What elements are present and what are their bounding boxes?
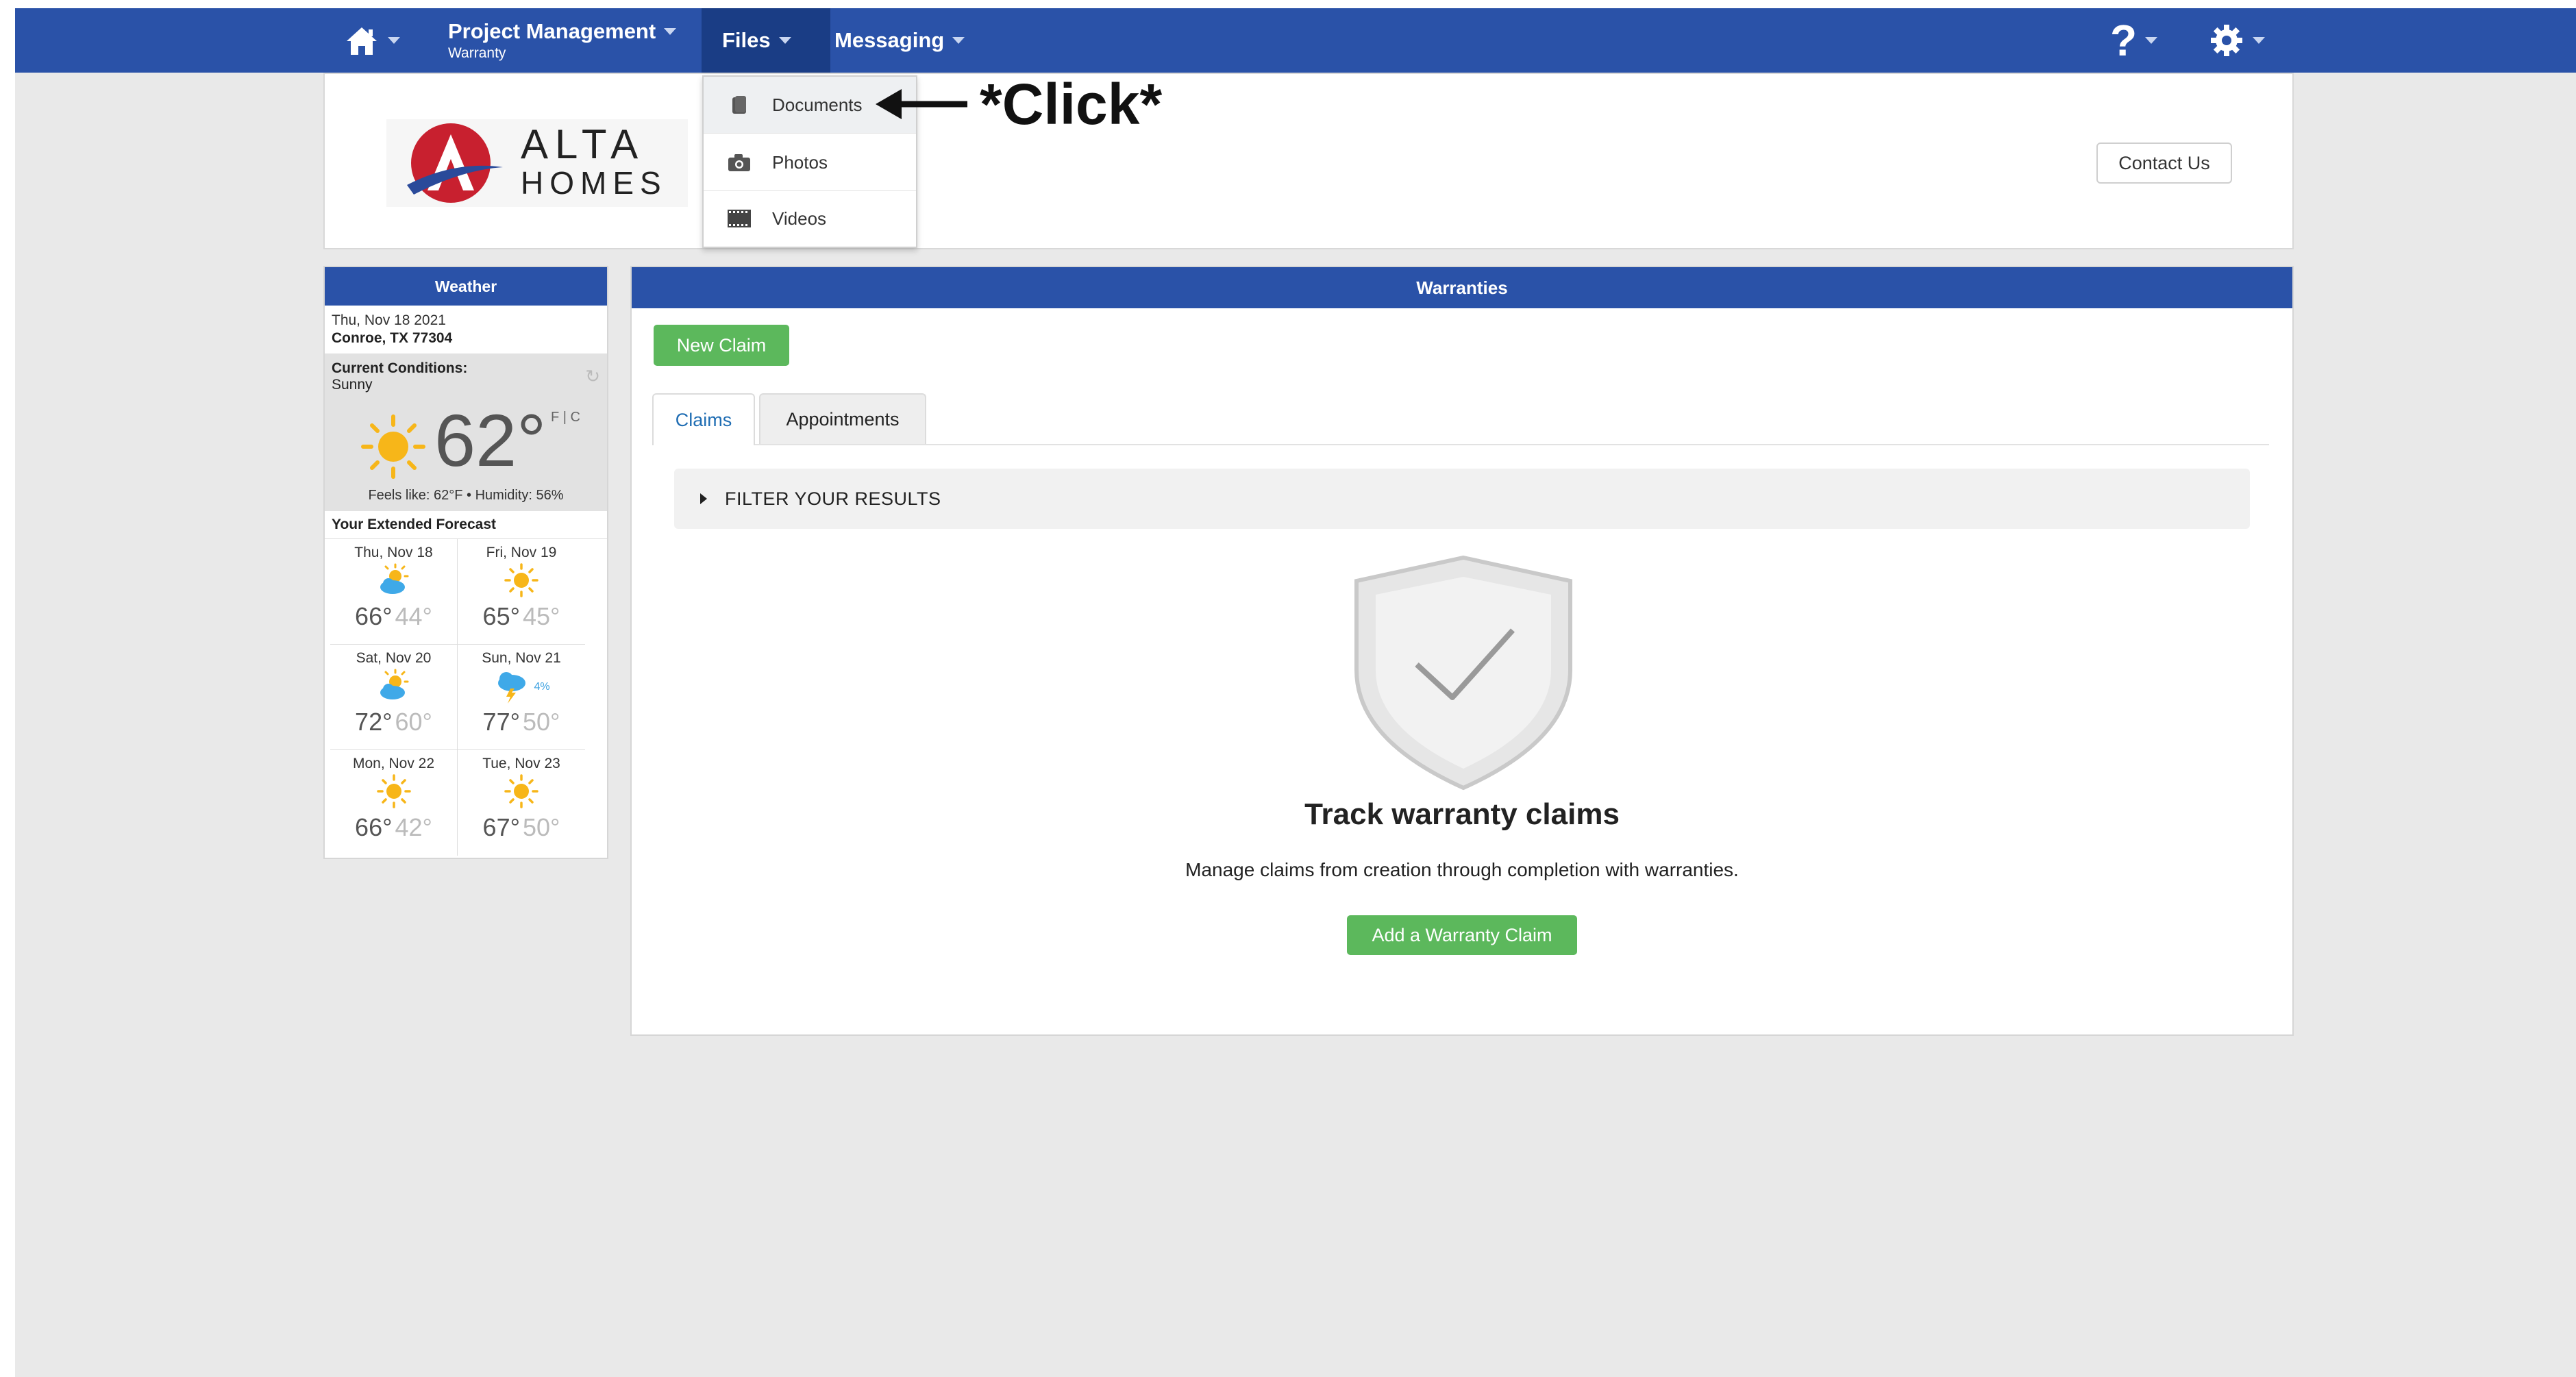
camera-icon (727, 152, 752, 173)
warranties-title: Warranties (632, 267, 2292, 308)
partly-cloudy-icon (375, 562, 413, 601)
feels-like-humidity: Feels like: 62°F • Humidity: 56% (368, 488, 564, 503)
weather-date: Thu, Nov 18 2021 (332, 312, 446, 328)
forecast-high-temp: 67° (482, 813, 520, 841)
company-header: ALTA HOMES Contact Us (323, 73, 2294, 249)
forecast-day: Tue, Nov 23 67° 50° (458, 750, 585, 856)
new-claim-button[interactable]: New Claim (654, 325, 789, 366)
temperature-unit-toggle[interactable]: F | C (551, 410, 580, 425)
sun-icon (504, 562, 539, 601)
nav-messaging[interactable]: Messaging (834, 8, 965, 73)
forecast-day: Thu, Nov 18 66° 44° (330, 539, 458, 645)
forecast-high-temp: 66° (355, 602, 393, 630)
help-icon: ? (2110, 16, 2138, 65)
shield-check-icon (1354, 555, 1572, 791)
forecast-high-temp: 66° (355, 813, 393, 841)
forecast-day: Mon, Nov 22 66° 42° (330, 750, 458, 856)
extended-forecast-label: Your Extended Forecast (325, 511, 607, 539)
forecast-day-label: Thu, Nov 18 (354, 545, 433, 560)
caret-right-icon (700, 493, 707, 504)
menu-item-videos[interactable]: Videos (704, 190, 916, 247)
current-conditions-value: Sunny (332, 377, 373, 393)
forecast-high-temp: 77° (482, 708, 520, 736)
forecast-day: Sun, Nov 21 4% 77° 50° (458, 645, 585, 750)
forecast-day: Fri, Nov 19 65° 45° (458, 539, 585, 645)
tab-claims[interactable]: Claims (652, 393, 755, 445)
filter-results-label: FILTER YOUR RESULTS (725, 488, 941, 509)
forecast-low-temp: 50° (523, 708, 560, 736)
chevron-down-icon (388, 37, 400, 44)
film-icon (727, 208, 752, 229)
nav-project-management[interactable]: Project Management Warranty (448, 8, 677, 73)
nav-messaging-label: Messaging (834, 28, 945, 52)
window-left-edge (0, 0, 15, 1377)
menu-item-photos-label: Photos (772, 151, 828, 173)
forecast-low-temp: 44° (395, 602, 432, 630)
forecast-day-label: Fri, Nov 19 (486, 545, 557, 560)
menu-item-documents-label: Documents (772, 94, 863, 115)
forecast-day-label: Mon, Nov 22 (352, 756, 435, 771)
forecast-high-temp: 72° (355, 708, 393, 736)
refresh-icon[interactable]: ↻ (585, 366, 600, 387)
weather-location: Conroe, TX 77304 (332, 330, 453, 346)
thunderstorm-icon (493, 668, 531, 707)
empty-state-description: Manage claims from creation through comp… (1185, 859, 1739, 880)
arrow-left-icon (876, 89, 967, 119)
chevron-down-icon (2253, 37, 2265, 44)
weather-title: Weather (325, 267, 607, 306)
top-navigation-bar: Project Management Warranty Files Messag… (15, 8, 2576, 73)
partly-cloudy-icon (375, 668, 413, 707)
warranty-tabs: Claims Appointments (652, 393, 2269, 445)
current-temperature: 62° (434, 399, 547, 482)
warranties-panel: Warranties New Claim Claims Appointments… (630, 266, 2294, 1036)
chevron-down-icon (778, 37, 791, 44)
click-annotation: *Click* (980, 72, 1163, 136)
document-icon (727, 95, 752, 115)
sun-icon (376, 773, 412, 812)
forecast-day-label: Tue, Nov 23 (482, 756, 560, 771)
contact-us-button[interactable]: Contact Us (2096, 142, 2232, 184)
sun-icon (361, 414, 425, 479)
app-frame: Project Management Warranty Files Messag… (0, 0, 2576, 1377)
current-conditions-label: Current Conditions: (332, 360, 468, 376)
weather-widget: Weather Thu, Nov 18 2021 Conroe, TX 7730… (323, 266, 608, 859)
settings-menu[interactable] (2209, 8, 2265, 73)
window-top-edge (0, 0, 2576, 8)
add-warranty-claim-button[interactable]: Add a Warranty Claim (1347, 915, 1577, 955)
nav-project-subtitle: Warranty (448, 45, 506, 61)
forecast-low-temp: 50° (523, 813, 560, 841)
tab-appointments[interactable]: Appointments (759, 393, 926, 444)
nav-files-label: Files (722, 28, 771, 52)
nav-files[interactable]: Files (702, 8, 830, 73)
menu-item-photos[interactable]: Photos (704, 134, 916, 191)
home-menu[interactable] (344, 8, 400, 73)
chevron-down-icon (952, 37, 965, 44)
nav-project-management-label: Project Management (448, 19, 656, 43)
forecast-low-temp: 45° (523, 602, 560, 630)
menu-item-videos-label: Videos (772, 208, 827, 229)
sun-icon (504, 773, 539, 812)
filter-results-toggle[interactable]: FILTER YOUR RESULTS (674, 469, 2250, 529)
gear-icon (2211, 25, 2242, 56)
help-menu[interactable]: ? (2110, 8, 2158, 73)
forecast-day-label: Sun, Nov 21 (482, 650, 561, 666)
home-icon (347, 27, 377, 55)
forecast-low-temp: 42° (395, 813, 432, 841)
logo-text-alta: ALTA (521, 121, 645, 167)
chevron-down-icon (664, 28, 677, 35)
logo-text-homes: HOMES (521, 165, 667, 201)
precipitation-chance: 4% (534, 681, 550, 693)
forecast-day-label: Sat, Nov 20 (356, 650, 432, 666)
empty-state-title: Track warranty claims (1304, 797, 1620, 831)
forecast-low-temp: 60° (395, 708, 432, 736)
forecast-high-temp: 65° (482, 602, 520, 630)
alta-homes-logo: ALTA HOMES (386, 119, 688, 207)
current-conditions: Current Conditions: Sunny ↻ 62° F | C Fe… (325, 353, 607, 511)
chevron-down-icon (2145, 37, 2158, 44)
forecast-day: Sat, Nov 20 72° 60° (330, 645, 458, 750)
